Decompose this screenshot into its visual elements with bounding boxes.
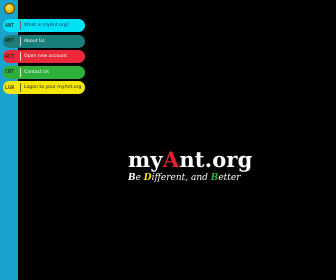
nav-menu: ANT What is myAnt.org? ABT About Us ACT …	[3, 19, 85, 97]
tagline-part1: e	[135, 173, 144, 183]
menu-code: ABT	[5, 38, 15, 45]
tagline-part2: ifferent, and	[151, 173, 211, 183]
menu-item-open-account[interactable]: ACT Open new account	[3, 50, 85, 64]
menu-divider	[20, 52, 21, 62]
menu-divider	[20, 83, 21, 93]
menu-item-what-is[interactable]: ANT What is myAnt.org?	[3, 19, 85, 32]
site-logo: myAnt.org	[128, 147, 253, 172]
menu-code: LGN	[5, 84, 15, 91]
tagline: Be Different, and Better	[128, 173, 241, 183]
menu-item-about[interactable]: ABT About Us	[3, 34, 85, 48]
ant-logo-icon[interactable]	[4, 3, 15, 14]
menu-code: ACT	[5, 53, 15, 60]
menu-divider	[20, 36, 21, 46]
menu-divider	[20, 67, 21, 77]
logo-accent: A	[162, 147, 180, 172]
menu-label: Contact Us	[24, 69, 50, 75]
menu-label: Open new account	[24, 54, 67, 60]
menu-divider	[20, 21, 21, 30]
tagline-part3: etter	[218, 173, 241, 183]
menu-label: What is myAnt.org?	[24, 23, 70, 28]
logo-pre: my	[128, 147, 163, 172]
menu-label: Logon to your myAnt.org	[24, 85, 82, 91]
corner-area	[0, 0, 18, 18]
menu-label: About Us	[24, 38, 45, 44]
menu-item-logon[interactable]: LGN Logon to your myAnt.org	[3, 81, 85, 95]
tagline-b: B	[128, 173, 136, 183]
menu-code: CNT	[5, 69, 15, 76]
logo-post: nt.org	[179, 147, 253, 172]
menu-code: ANT	[5, 22, 15, 29]
menu-item-contact[interactable]: CNT Contact Us	[3, 65, 85, 79]
tagline-d: D	[143, 173, 152, 183]
